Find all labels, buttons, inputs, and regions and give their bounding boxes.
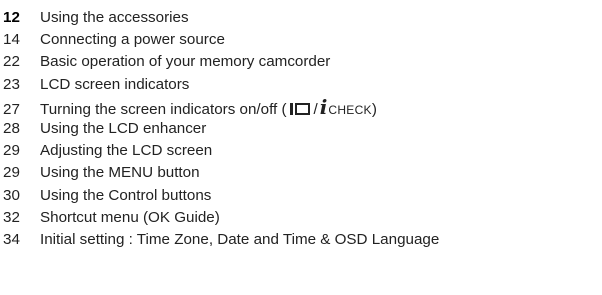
page-number: 29 xyxy=(3,164,20,182)
toc-entry-menu-button[interactable]: 29 Using the MENU button xyxy=(3,162,439,184)
toc-entry-power-source[interactable]: 14 Connecting a power source xyxy=(3,29,439,51)
page-number: 30 xyxy=(3,186,20,204)
page-number: 14 xyxy=(3,31,20,49)
check-label: CHECK xyxy=(328,102,372,117)
toc-entry-lcd-indicators[interactable]: 23 LCD screen indicators xyxy=(3,74,439,96)
page-number: 23 xyxy=(3,75,20,93)
toc-entry-initial-setting[interactable]: 34 Initial setting : Time Zone, Date and… xyxy=(3,229,439,251)
page-number: 12 xyxy=(3,9,20,26)
toc-entry-screen-indicators-toggle[interactable]: 27 Turning the screen indicators on/off … xyxy=(3,96,439,118)
entry-title: Using the Control buttons xyxy=(40,186,212,204)
toc-entry-adjusting-lcd[interactable]: 29 Adjusting the LCD screen xyxy=(3,140,439,162)
info-i-icon: i xyxy=(319,94,328,119)
toc-entry-shortcut-menu[interactable]: 32 Shortcut menu (OK Guide) xyxy=(3,207,439,229)
entry-title: LCD screen indicators xyxy=(40,75,190,93)
toc-entry-lcd-enhancer[interactable]: 28 Using the LCD enhancer xyxy=(3,118,439,140)
entry-title: Connecting a power source xyxy=(40,31,225,49)
entry-title: Using the accessories xyxy=(40,9,189,26)
toc-entry-control-buttons[interactable]: 30 Using the Control buttons xyxy=(3,185,439,207)
entry-title: Adjusting the LCD screen xyxy=(40,142,213,160)
entry-title-slash: / xyxy=(313,100,318,118)
entry-title: Shortcut menu (OK Guide) xyxy=(40,208,220,226)
entry-title: Using the MENU button xyxy=(40,164,200,182)
page-number: 34 xyxy=(3,230,20,248)
page-number: 22 xyxy=(3,53,20,71)
page-number: 29 xyxy=(3,142,20,160)
entry-title: Initial setting : Time Zone, Date and Ti… xyxy=(40,230,440,248)
toc-entry-basic-operation[interactable]: 22 Basic operation of your memory camcor… xyxy=(3,51,439,73)
table-of-contents: 12 Using the accessories 14 Connecting a… xyxy=(3,7,439,251)
page-number: 32 xyxy=(3,208,20,226)
page-number: 28 xyxy=(3,119,20,137)
display-toggle-icon xyxy=(289,102,310,115)
entry-title: Using the LCD enhancer xyxy=(40,119,207,137)
toc-entry-accessories[interactable]: 12 Using the accessories xyxy=(3,7,439,29)
entry-title-suffix: ) xyxy=(371,100,377,118)
entry-title: Basic operation of your memory camcorder xyxy=(40,53,331,71)
entry-title-prefix: Turning the screen indicators on/off ( xyxy=(40,100,287,118)
